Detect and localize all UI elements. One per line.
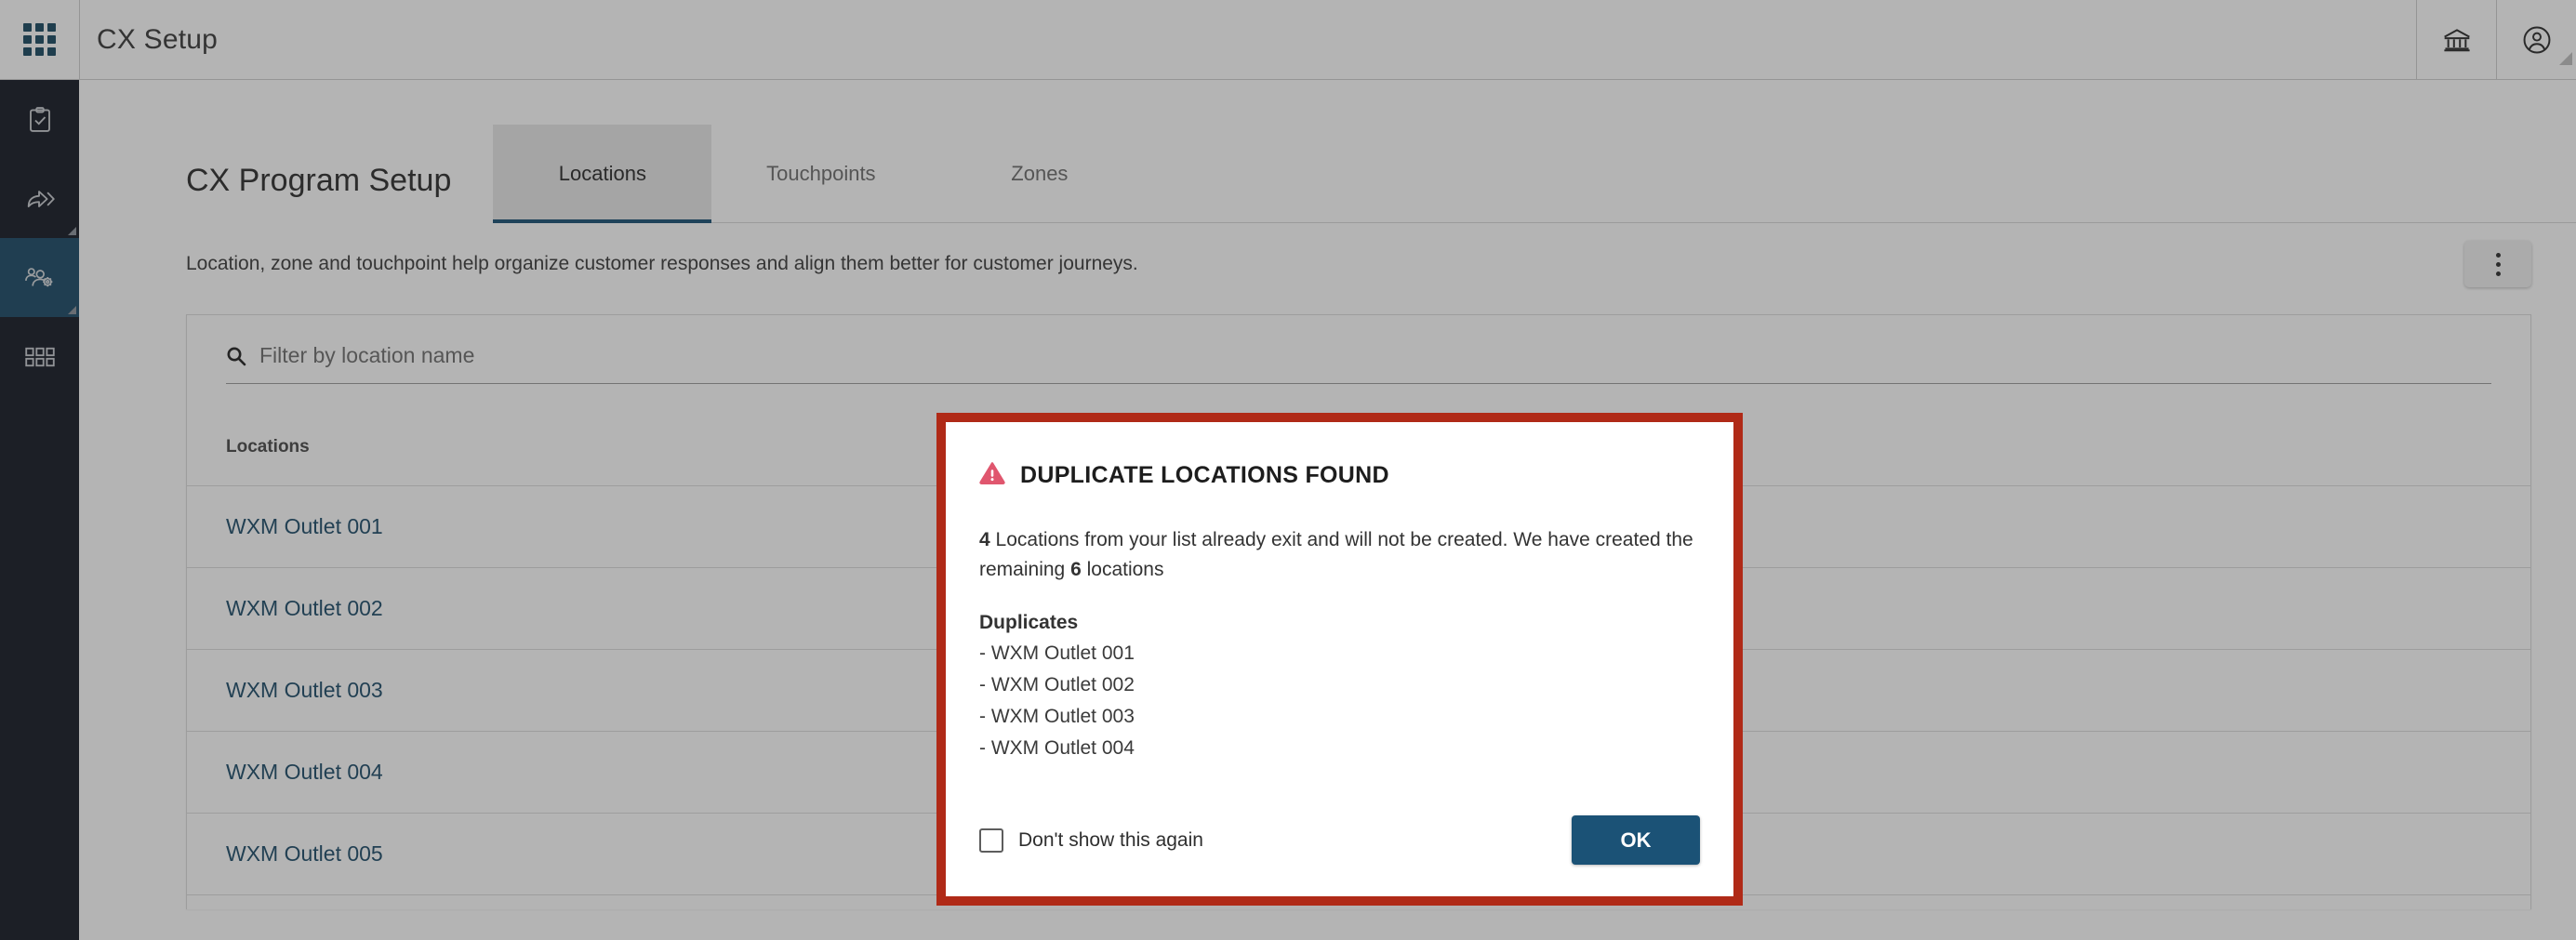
dialog-body: 4 Locations from your list already exit … [979,490,1700,764]
dialog-header: DUPLICATE LOCATIONS FOUND [979,454,1700,490]
ok-button[interactable]: OK [1572,815,1700,865]
duplicate-list-item: - WXM Outlet 004 [979,737,1135,760]
duplicates-list: - WXM Outlet 001 - WXM Outlet 002 - WXM … [979,638,1700,764]
dont-show-again-checkbox[interactable] [979,827,1003,853]
duplicates-heading: Duplicates [979,612,1079,633]
dont-show-again-control[interactable]: Don't show this again [979,827,1203,853]
dialog-message-part2: locations [1086,558,1164,580]
duplicate-list-item: - WXM Outlet 001 [979,642,1135,664]
application-window: CX Setup CX Program Setup Locations Touc… [0,0,2576,940]
duplicate-list-item: - WXM Outlet 002 [979,674,1135,696]
created-count: 6 [1070,558,1082,580]
duplicate-count: 4 [979,529,990,550]
window-resize-grip[interactable] [2559,52,2572,65]
dont-show-again-label: Don't show this again [1018,828,1203,851]
dialog-message: 4 Locations from your list already exit … [979,525,1700,584]
duplicate-locations-dialog: DUPLICATE LOCATIONS FOUND 4 Locations fr… [936,413,1743,906]
warning-triangle-icon [979,461,1005,490]
duplicate-list-item: - WXM Outlet 003 [979,706,1135,728]
dialog-title: DUPLICATE LOCATIONS FOUND [1020,462,1389,488]
dialog-footer: Don't show this again OK [979,815,1700,896]
